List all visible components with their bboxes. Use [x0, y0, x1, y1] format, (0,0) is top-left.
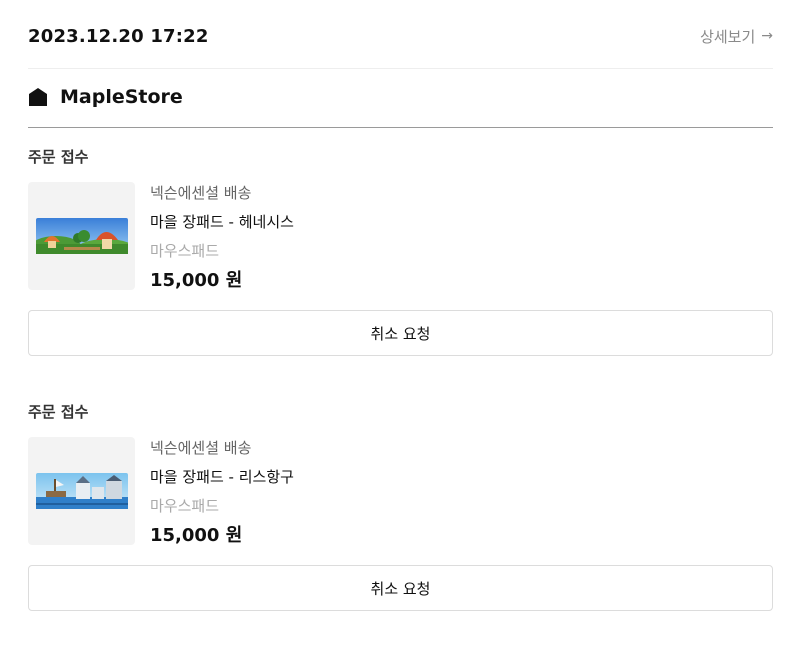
shipping-label: 넥슨에센셜 배송	[150, 184, 252, 202]
detail-view-link[interactable]: 상세보기 →	[700, 26, 773, 47]
divider	[28, 68, 773, 69]
product-name[interactable]: 마을 장패드 - 헤네시스	[150, 211, 294, 233]
product-name[interactable]: 마을 장패드 - 리스항구	[150, 466, 294, 488]
home-icon	[29, 88, 47, 106]
order-status: 주문 접수	[28, 148, 89, 166]
product-thumbnail[interactable]	[28, 437, 135, 545]
product-category: 마우스패드	[150, 497, 220, 515]
arrow-right-icon: →	[761, 28, 773, 44]
henesys-mousepad-image	[35, 218, 128, 254]
cancel-request-button[interactable]: 취소 요청	[28, 310, 773, 356]
store-divider	[28, 127, 773, 128]
order-header: 2023.12.20 17:22 상세보기 →	[28, 0, 773, 68]
product-price: 15,000 원	[150, 270, 243, 291]
order-status: 주문 접수	[28, 403, 89, 421]
order-datetime: 2023.12.20 17:22	[28, 25, 209, 47]
order-item: 주문 접수 넥슨에센셜 배송 마을 장패드 - 리스항구 마우스패드 15,00…	[28, 401, 773, 621]
lith-harbor-mousepad-image	[35, 473, 128, 509]
store-row: MapleStore	[28, 86, 183, 108]
product-info: 넥슨에센셜 배송 마을 장패드 - 리스항구 마우스패드 15,000 원	[150, 437, 294, 548]
product-price: 15,000 원	[150, 525, 243, 546]
order-item: 주문 접수 넥슨에센셜 배송 마을 장패드 - 헤네시스 마우스패드 15,00…	[28, 146, 773, 366]
product-info: 넥슨에센셜 배송 마을 장패드 - 헤네시스 마우스패드 15,000 원	[150, 182, 294, 293]
cancel-request-button[interactable]: 취소 요청	[28, 565, 773, 611]
shipping-label: 넥슨에센셜 배송	[150, 439, 252, 457]
product-category: 마우스패드	[150, 242, 220, 260]
detail-view-label: 상세보기	[700, 27, 756, 46]
store-name: MapleStore	[60, 86, 183, 108]
product-thumbnail[interactable]	[28, 182, 135, 290]
